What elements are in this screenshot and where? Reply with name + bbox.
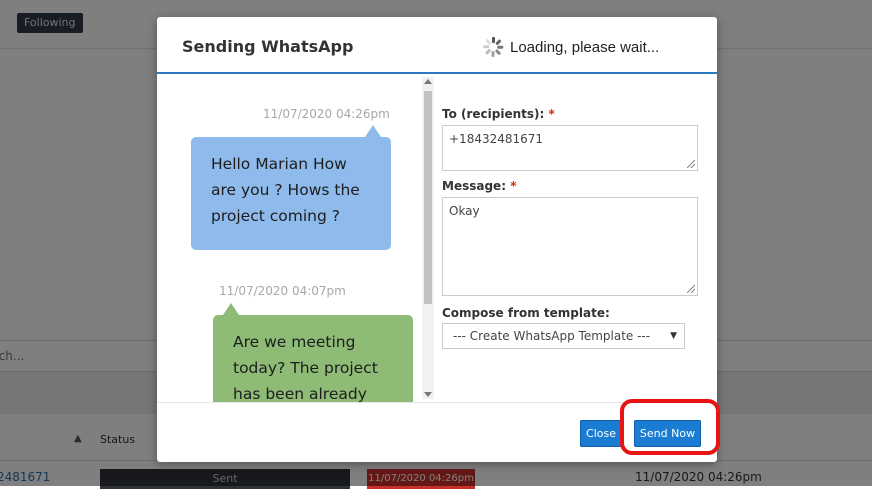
chat-history[interactable]: 11/07/2020 04:26pm Hello Marian How are … [157,74,435,402]
chevron-down-icon: ▼ [670,331,677,341]
message-text: Are we meeting today? The project has be… [233,333,378,402]
message-field[interactable]: Okay [442,197,698,296]
scrollbar-thumb[interactable] [424,91,432,304]
required-mark: * [510,179,517,193]
message-value: Okay [449,204,480,218]
loading-text: Loading, please wait... [510,38,660,56]
recipients-value: +18432481671 [449,132,544,146]
scroll-up-icon[interactable] [424,79,432,84]
chat-scrollbar[interactable] [422,77,434,399]
message-text: Hello Marian How are you ? Hows the proj… [211,155,360,225]
recipients-field[interactable]: +18432481671 [442,125,698,171]
modal-footer: Close Send Now [157,402,717,463]
close-button[interactable]: Close [580,420,622,447]
template-selected: --- Create WhatsApp Template --- [453,329,651,343]
send-whatsapp-modal: Sending WhatsApp Loading, please wait...… [157,17,720,463]
message-timestamp: 11/07/2020 04:07pm [219,284,346,298]
resize-handle-icon[interactable] [687,160,695,168]
message-bubble-outgoing: Hello Marian How are you ? Hows the proj… [191,125,391,250]
required-mark: * [548,107,555,121]
template-select[interactable]: --- Create WhatsApp Template --- ▼ [442,323,685,349]
loading-indicator: Loading, please wait... [482,36,659,58]
modal-title: Sending WhatsApp [182,37,354,56]
to-label: To (recipients): * [442,107,555,121]
modal-header: Sending WhatsApp Loading, please wait... [157,17,717,74]
template-label: Compose from template: [442,306,610,320]
spinner-icon [482,36,504,58]
resize-handle-icon[interactable] [687,285,695,293]
message-bubble-incoming: Are we meeting today? The project has be… [213,303,413,402]
send-now-button[interactable]: Send Now [634,420,701,447]
message-label: Message: * [442,179,517,193]
message-timestamp: 11/07/2020 04:26pm [263,107,390,121]
scroll-down-icon[interactable] [424,392,432,397]
